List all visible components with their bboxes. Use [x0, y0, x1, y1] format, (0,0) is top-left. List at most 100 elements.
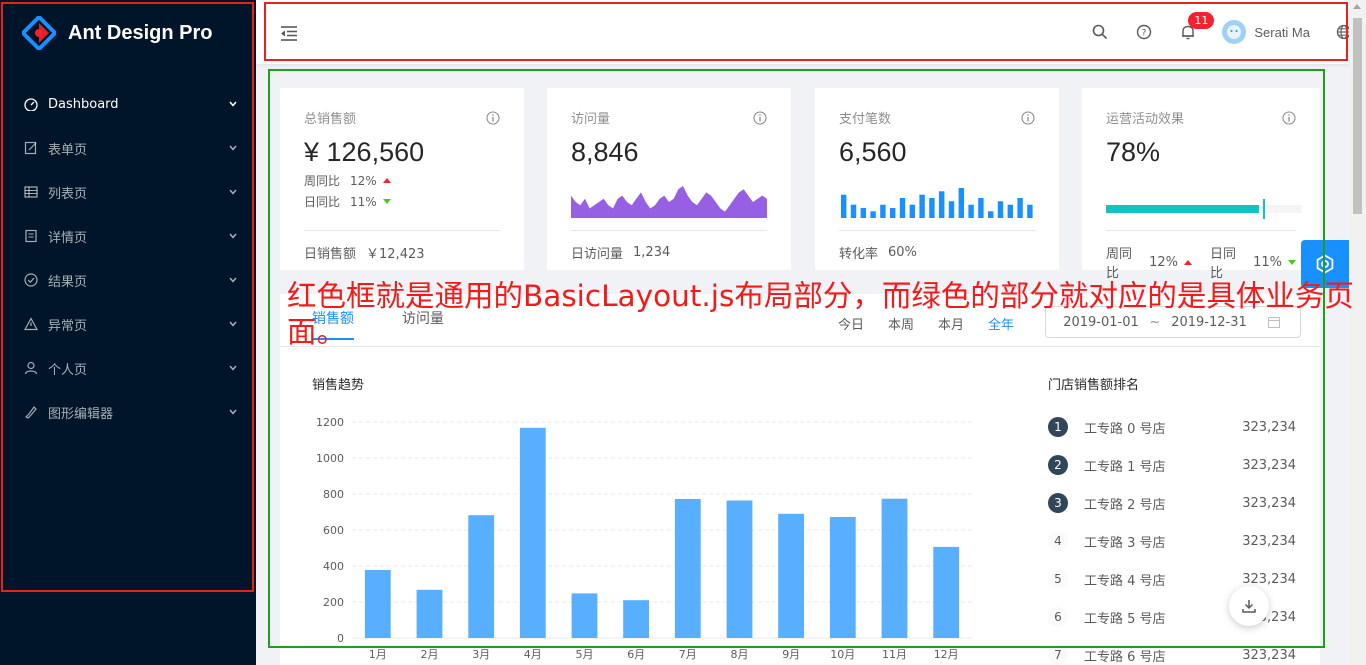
info-circle-icon[interactable]	[1021, 111, 1035, 125]
chevron-down-icon	[229, 101, 237, 107]
payments-bar	[929, 198, 935, 218]
info-circle-icon[interactable]	[753, 111, 767, 125]
rank-item: 1 工专路 0 号店 323,234	[1048, 408, 1296, 446]
footer-label: 日销售额	[304, 247, 357, 262]
user-name: Serati Ma	[1254, 24, 1310, 40]
payments-bar	[890, 208, 896, 218]
sidebar-item-label: 列表页	[48, 186, 88, 202]
week-trend: 周同比 12%	[304, 172, 500, 189]
bar-6月	[623, 600, 649, 638]
y-tick-label: 0	[337, 632, 344, 645]
chevron-down-icon	[229, 189, 237, 195]
payments-bar	[880, 204, 886, 218]
setting-icon	[1316, 254, 1334, 274]
card-value: 8,846	[571, 137, 639, 167]
x-tick-label: 5月	[576, 648, 594, 661]
rank-number: 3	[1048, 493, 1068, 513]
payments-bar	[909, 204, 915, 218]
sidebar: Ant Design Pro Dashboard 表单页 列表页 详情页 结果页	[0, 0, 256, 665]
caret-up-icon	[1184, 259, 1192, 265]
rank-store-name: 工专路 1 号店	[1084, 459, 1166, 475]
footer-value: 60%	[888, 245, 917, 260]
scroll-thumb[interactable]	[1353, 18, 1362, 214]
payments-bar	[1017, 198, 1023, 218]
caret-down-icon	[382, 199, 391, 204]
chevron-down-icon	[229, 409, 237, 415]
highlight-icon	[24, 406, 37, 419]
info-circle-icon[interactable]	[1282, 111, 1296, 125]
bar-10月	[829, 517, 856, 638]
card-footer: 转化率 60%	[839, 230, 1035, 262]
rank-item: 3 工专路 2 号店 323,234	[1048, 484, 1296, 522]
dashboard-icon	[24, 98, 38, 111]
menu-fold-icon[interactable]	[280, 24, 298, 42]
sidebar-item-account[interactable]: 个人页	[0, 346, 256, 390]
sidebar-item-result[interactable]: 结果页	[0, 258, 256, 302]
notification-button[interactable]: 11	[1166, 0, 1215, 64]
sidebar-item-form[interactable]: 表单页	[0, 126, 256, 170]
rank-store-name: 工专路 5 号店	[1084, 611, 1166, 627]
bar-5月	[571, 593, 598, 638]
x-tick-label: 12月	[934, 648, 959, 661]
caret-up-icon	[382, 178, 391, 183]
info-circle-icon[interactable]	[486, 111, 500, 125]
card-title: 支付笔数	[839, 112, 892, 127]
footer-label: 转化率	[839, 247, 879, 262]
trend-label: 周同比	[304, 174, 341, 188]
bar-3月	[468, 515, 495, 638]
rank-number: 5	[1048, 569, 1068, 589]
payments-bar	[958, 188, 964, 218]
bar-8月	[726, 500, 753, 638]
card-footer: 周同比 12% 日同比 11%	[1106, 230, 1296, 281]
bar-7月	[674, 499, 701, 638]
payments-bar-chart	[841, 188, 1033, 218]
sidebar-item-label: 异常页	[48, 318, 88, 334]
sidebar-item-editor[interactable]: 图形编辑器	[0, 390, 256, 434]
card-value: 78%	[1106, 137, 1161, 167]
scroll-up-arrow-icon[interactable]	[1353, 4, 1361, 9]
footer-label: 日访问量	[571, 247, 624, 262]
visits-area-chart	[571, 186, 767, 218]
bar-12月	[933, 546, 960, 638]
operation-progress	[1106, 199, 1302, 219]
rank-number: 2	[1048, 455, 1068, 475]
notification-badge: 11	[1188, 12, 1215, 29]
sidebar-item-label: 图形编辑器	[48, 406, 114, 422]
header-search-button[interactable]	[1078, 0, 1122, 64]
sidebar-item-exception[interactable]: 异常页	[0, 302, 256, 346]
app-name: Ant Design Pro	[68, 21, 213, 44]
logo[interactable]: Ant Design Pro	[22, 16, 212, 50]
trend-label: 周同比	[1106, 247, 1133, 281]
card-title: 访问量	[571, 112, 611, 127]
x-tick-label: 3月	[472, 648, 490, 661]
sidebar-item-label: 表单页	[48, 142, 88, 158]
y-tick-label: 800	[323, 488, 344, 501]
payments-bar	[841, 194, 847, 218]
trend-label: 日同比	[304, 195, 341, 209]
card-value: ¥ 126,560	[304, 137, 425, 167]
x-tick-label: 2月	[421, 648, 439, 661]
download-button[interactable]	[1229, 586, 1269, 626]
rank-value: 323,234	[1242, 457, 1296, 473]
trend-value: 11%	[1253, 254, 1282, 270]
account-menu[interactable]: Serati Ma	[1210, 0, 1322, 64]
sidebar-item-profile[interactable]: 详情页	[0, 214, 256, 258]
chevron-down-icon	[229, 321, 237, 327]
sidebar-item-list[interactable]: 列表页	[0, 170, 256, 214]
rank-number: 6	[1048, 607, 1068, 627]
payments-bar	[988, 211, 994, 218]
sidebar-item-dashboard[interactable]: Dashboard	[0, 82, 256, 126]
x-tick-label: 9月	[782, 648, 800, 661]
payments-bar	[997, 201, 1004, 218]
chevron-down-icon	[229, 145, 237, 151]
rank-store-name: 工专路 4 号店	[1084, 573, 1166, 589]
avatar	[1222, 20, 1247, 44]
help-button[interactable]: ?	[1122, 0, 1166, 64]
progress-fill	[1106, 205, 1259, 213]
global-header: ? 11 Serati Ma	[256, 0, 1366, 64]
bar-4月	[519, 427, 546, 638]
question-circle-icon: ?	[1137, 24, 1152, 40]
card-value: 6,560	[839, 137, 907, 167]
search-icon	[1093, 24, 1108, 40]
rank-list: 1 工专路 0 号店 323,234 2 工专路 1 号店 323,234 3 工专路 2 号…	[1048, 408, 1296, 665]
